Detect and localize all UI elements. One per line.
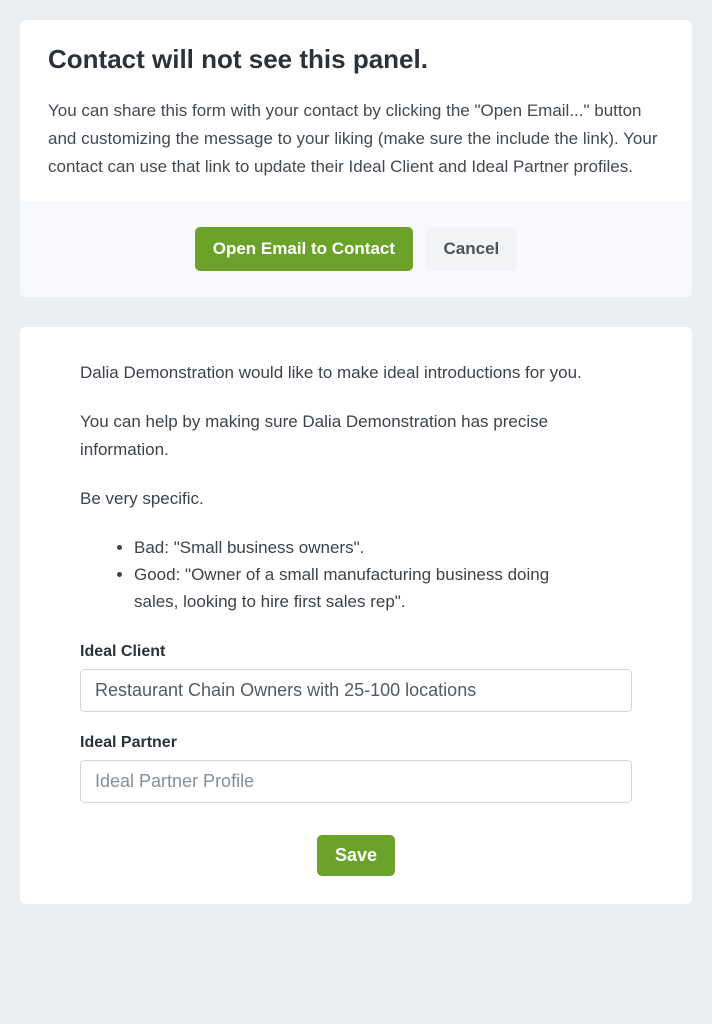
ideal-client-label: Ideal Client — [80, 643, 632, 661]
notice-panel: Contact will not see this panel. You can… — [20, 20, 692, 297]
example-list: Bad: "Small business owners". Good: "Own… — [80, 534, 632, 616]
form-intro-3: Be very specific. — [80, 485, 632, 512]
form-actions: Save — [80, 825, 632, 876]
save-button[interactable]: Save — [317, 835, 395, 876]
form-intro-2: You can help by making sure Dalia Demons… — [80, 408, 632, 462]
notice-panel-body: Contact will not see this panel. You can… — [20, 20, 692, 201]
cancel-button[interactable]: Cancel — [426, 227, 518, 271]
ideal-partner-input[interactable] — [80, 760, 632, 803]
notice-title: Contact will not see this panel. — [48, 44, 664, 75]
ideal-client-input[interactable] — [80, 669, 632, 712]
ideal-client-group: Ideal Client — [80, 643, 632, 712]
list-item: Good: "Owner of a small manufacturing bu… — [134, 561, 632, 615]
list-item: Bad: "Small business owners". — [134, 534, 632, 561]
ideal-partner-label: Ideal Partner — [80, 734, 632, 752]
notice-description: You can share this form with your contac… — [48, 97, 664, 181]
form-intro-1: Dalia Demonstration would like to make i… — [80, 359, 632, 386]
ideal-partner-group: Ideal Partner — [80, 734, 632, 803]
open-email-button[interactable]: Open Email to Contact — [195, 227, 413, 271]
notice-actions: Open Email to Contact Cancel — [20, 201, 692, 297]
form-panel: Dalia Demonstration would like to make i… — [20, 327, 692, 904]
